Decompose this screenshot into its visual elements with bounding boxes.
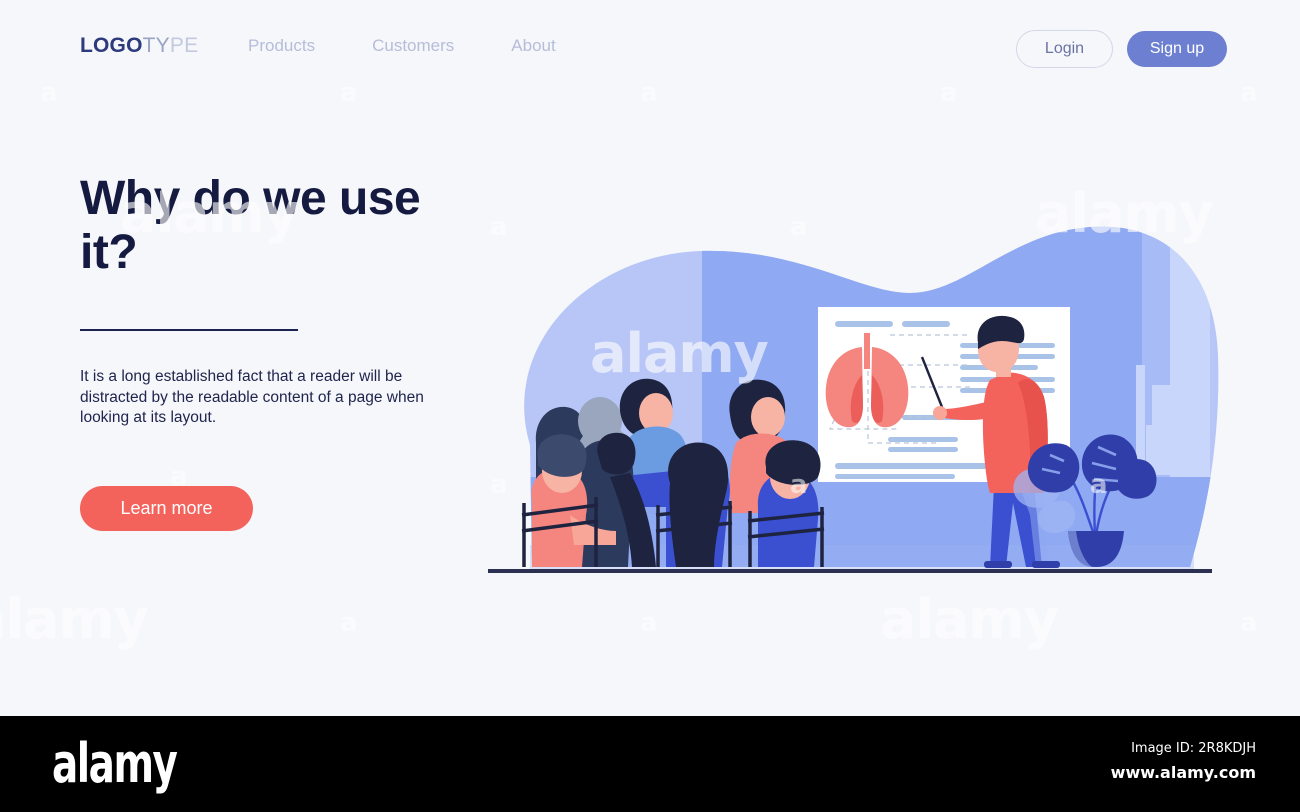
logotype[interactable]: LOGOTYPE: [80, 34, 198, 58]
hero-body-text: It is a long established fact that a rea…: [80, 368, 424, 426]
floor-line: [488, 569, 1212, 573]
alamy-url: www.alamy.com: [1110, 763, 1256, 782]
nav-item-about[interactable]: About: [511, 36, 555, 56]
logo-mid-part: TY: [142, 34, 170, 57]
alamy-logo: alamy: [52, 732, 178, 795]
alamy-footer-bar: alamy Image ID: 2R8KDJH www.alamy.com: [0, 716, 1300, 812]
landing-page: LOGOTYPE Products Customers About Login …: [0, 0, 1300, 716]
nav-item-products[interactable]: Products: [248, 36, 315, 56]
site-header: LOGOTYPE Products Customers About Login …: [0, 0, 1300, 95]
logo-light-part: PE: [169, 34, 199, 57]
hero-illustration: [470, 215, 1230, 590]
learn-more-button[interactable]: Learn more: [80, 485, 253, 531]
auth-actions: Login Sign up: [1016, 30, 1227, 68]
login-button[interactable]: Login: [1016, 30, 1113, 68]
title-divider: [80, 329, 298, 331]
logo-bold-part: LOGO: [80, 34, 143, 57]
footer-meta: Image ID: 2R8KDJH www.alamy.com: [1111, 741, 1256, 782]
nav-item-customers[interactable]: Customers: [372, 36, 454, 56]
hero-section: Why do we use it? It is a long establish…: [80, 172, 480, 531]
main-navigation: Products Customers About: [248, 36, 556, 56]
page-title: Why do we use it?: [80, 172, 421, 279]
image-id-label: Image ID: 2R8KDJH: [1131, 741, 1256, 756]
signup-button[interactable]: Sign up: [1127, 31, 1227, 67]
